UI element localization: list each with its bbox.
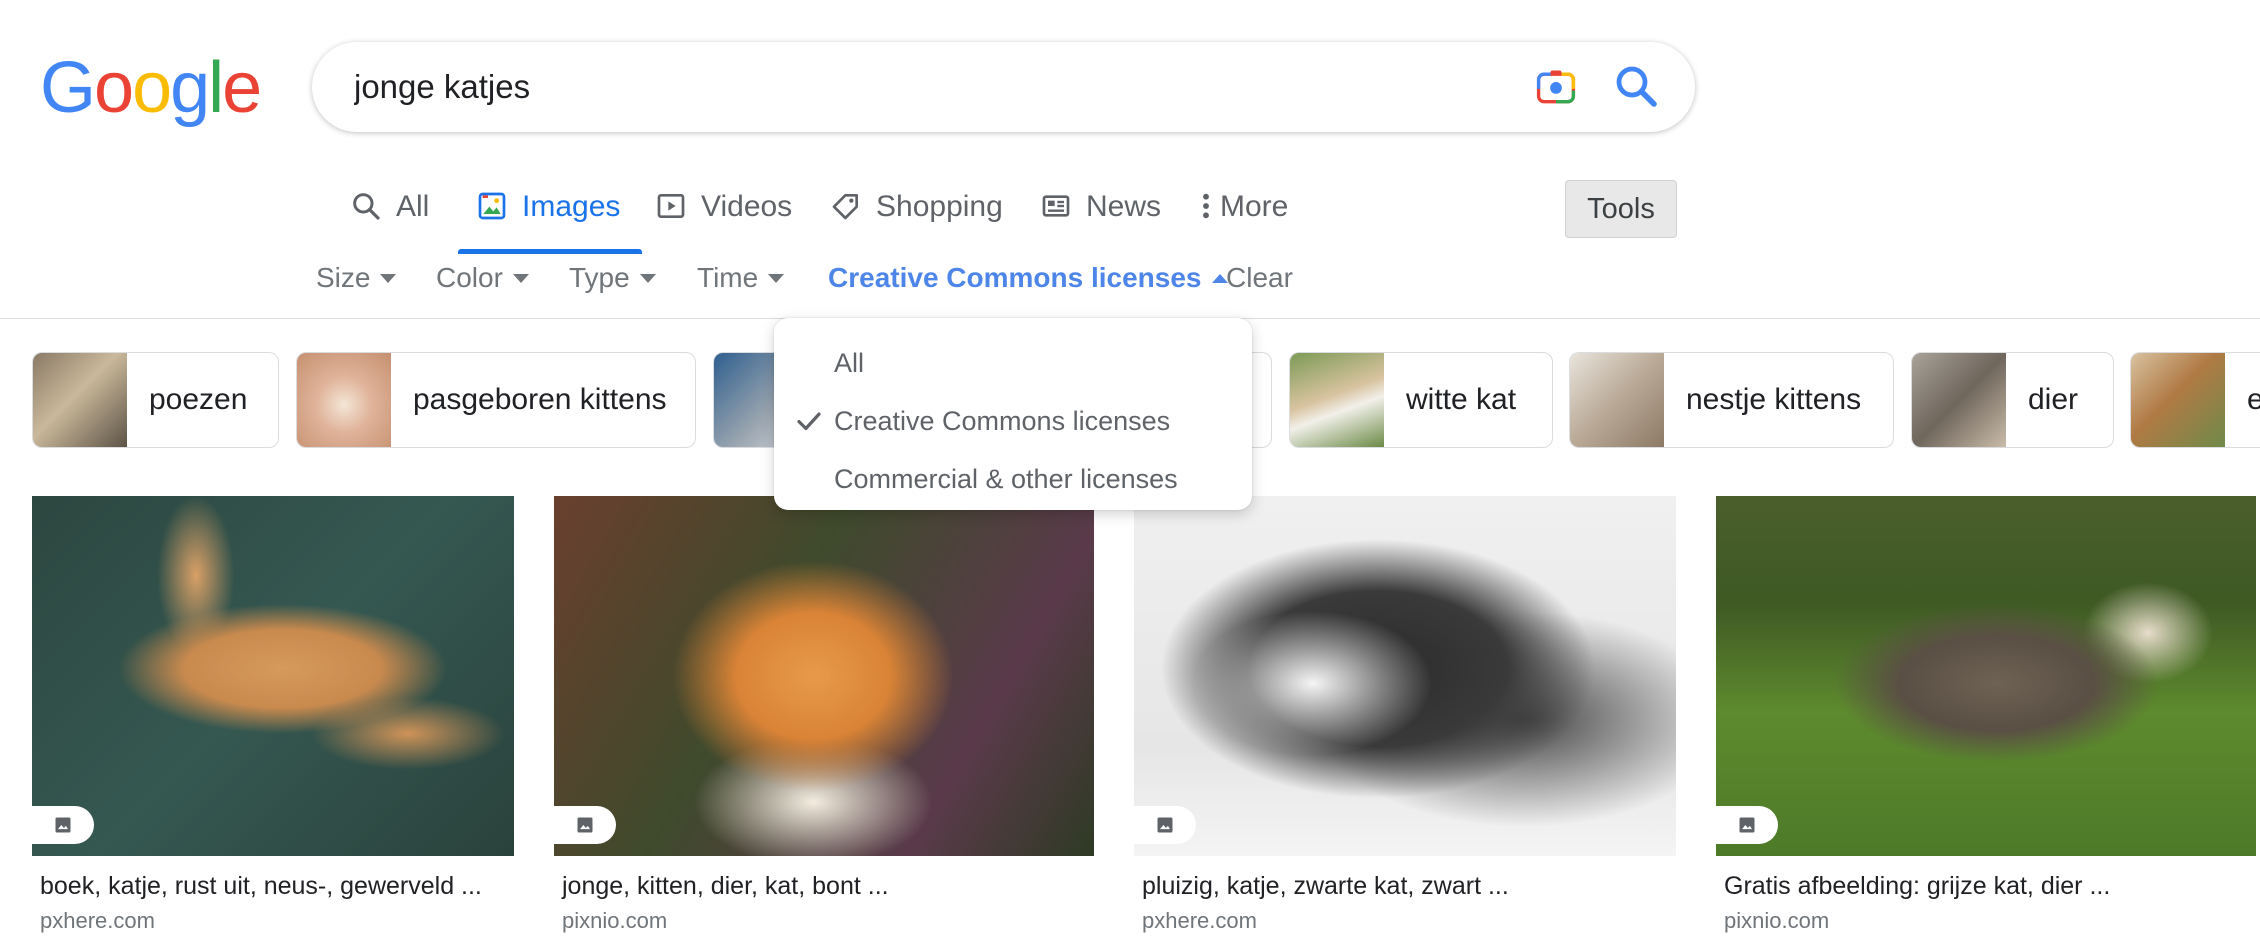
image-icon — [478, 192, 506, 220]
chip-label: dier — [2028, 383, 2079, 416]
result-image[interactable] — [1134, 496, 1676, 856]
video-icon — [657, 194, 685, 218]
image-badge — [554, 806, 616, 844]
image-icon — [1157, 817, 1173, 833]
result-image[interactable] — [554, 496, 1094, 856]
time-filter-label: Time — [697, 262, 759, 293]
chip-label: e — [2225, 383, 2260, 417]
chevron-down-icon — [768, 273, 785, 283]
time-filter[interactable]: Time — [697, 262, 785, 294]
chip-poezen[interactable]: poezen — [32, 352, 279, 448]
result-title[interactable]: Gratis afbeelding: grijze kat, dier ... — [1724, 872, 2110, 901]
tab-shopping[interactable]: Shopping — [830, 178, 1003, 254]
license-filter-label: Creative Commons licenses — [828, 262, 1202, 293]
result-source[interactable]: pxhere.com — [40, 908, 155, 934]
camera-icon[interactable] — [1534, 65, 1578, 109]
image-badge — [1134, 806, 1196, 844]
result-title[interactable]: boek, katje, rust uit, neus-, gewerveld … — [40, 872, 482, 901]
chevron-down-icon — [380, 273, 397, 283]
tab-more[interactable]: More — [1200, 178, 1288, 254]
more-dots-icon — [1203, 193, 1209, 219]
tab-news[interactable]: News — [1040, 178, 1161, 254]
license-option-label: Commercial & other licenses — [834, 463, 1178, 494]
chip-thumbnail — [2131, 353, 2225, 447]
google-images-page: Google All — [0, 0, 2260, 950]
search-box — [312, 42, 1695, 132]
type-filter-label: Type — [569, 262, 630, 293]
result-image[interactable] — [1716, 496, 2256, 856]
license-option-creative-commons[interactable]: Creative Commons licenses — [774, 392, 1252, 450]
news-icon — [1042, 195, 1070, 217]
type-filter[interactable]: Type — [569, 262, 656, 294]
tab-all[interactable]: All — [350, 178, 429, 254]
clear-filter-label: Clear — [1226, 262, 1293, 293]
size-filter-label: Size — [316, 262, 371, 293]
license-option-all[interactable]: All — [774, 334, 1252, 392]
chip-thumbnail — [33, 353, 127, 447]
tab-all-label: All — [396, 190, 430, 223]
chip-dier[interactable]: dier — [1911, 352, 2114, 448]
result-image[interactable] — [32, 496, 514, 856]
tab-news-label: News — [1086, 190, 1162, 223]
result-source[interactable]: pxhere.com — [1142, 908, 1257, 934]
chevron-down-icon — [512, 273, 529, 283]
license-filter[interactable]: Creative Commons licenses — [828, 262, 1228, 294]
result-source[interactable]: pixnio.com — [1724, 908, 1829, 934]
chip-label: witte kat — [1406, 383, 1517, 416]
chip-nestje-kittens[interactable]: nestje kittens — [1569, 352, 1894, 448]
chip-label: nestje kittens — [1686, 383, 1862, 416]
tab-more-label: More — [1220, 190, 1289, 223]
check-icon — [797, 412, 821, 431]
image-icon — [55, 817, 71, 833]
image-icon — [1739, 817, 1755, 833]
tab-images[interactable]: Images — [457, 178, 643, 254]
result-title[interactable]: jonge, kitten, dier, kat, bont ... — [562, 872, 889, 901]
tag-icon — [832, 194, 858, 220]
chip-thumbnail — [1290, 353, 1384, 447]
size-filter[interactable]: Size — [316, 262, 397, 294]
license-option-label: All — [834, 347, 865, 378]
clear-filter-button[interactable]: Clear — [1226, 262, 1293, 294]
result-source[interactable]: pixnio.com — [562, 908, 667, 934]
tab-videos[interactable]: Videos — [655, 178, 792, 254]
image-badge — [32, 806, 94, 844]
search-icon — [353, 193, 380, 220]
tab-videos-label: Videos — [701, 190, 793, 223]
color-filter-label: Color — [436, 262, 503, 293]
search-icon[interactable] — [1612, 62, 1660, 110]
chip-thumbnail — [297, 353, 391, 447]
tools-button[interactable]: Tools — [1565, 180, 1677, 238]
image-icon — [577, 817, 593, 833]
chip-thumbnail — [1570, 353, 1664, 447]
chip-thumbnail — [1912, 353, 2006, 447]
chip-witte-kat[interactable]: witte kat — [1289, 352, 1553, 448]
chevron-down-icon — [639, 273, 656, 283]
chip-pasgeboren-kittens[interactable]: pasgeboren kittens — [296, 352, 696, 448]
tab-images-label: Images — [522, 190, 621, 223]
license-option-commercial[interactable]: Commercial & other licenses — [774, 450, 1252, 508]
tab-shopping-label: Shopping — [876, 190, 1003, 223]
chip-e[interactable]: e — [2130, 352, 2260, 448]
image-badge — [1716, 806, 1778, 844]
color-filter[interactable]: Color — [436, 262, 529, 294]
chip-label: pasgeboren kittens — [413, 383, 667, 416]
result-title[interactable]: pluizig, katje, zwarte kat, zwart ... — [1142, 872, 1509, 901]
license-dropdown-menu: All Creative Commons licenses Commercial… — [774, 318, 1252, 510]
google-logo[interactable]: Google — [40, 52, 262, 124]
chip-label: poezen — [149, 383, 248, 416]
search-input[interactable] — [352, 42, 1502, 132]
license-option-label: Creative Commons licenses — [834, 405, 1171, 436]
